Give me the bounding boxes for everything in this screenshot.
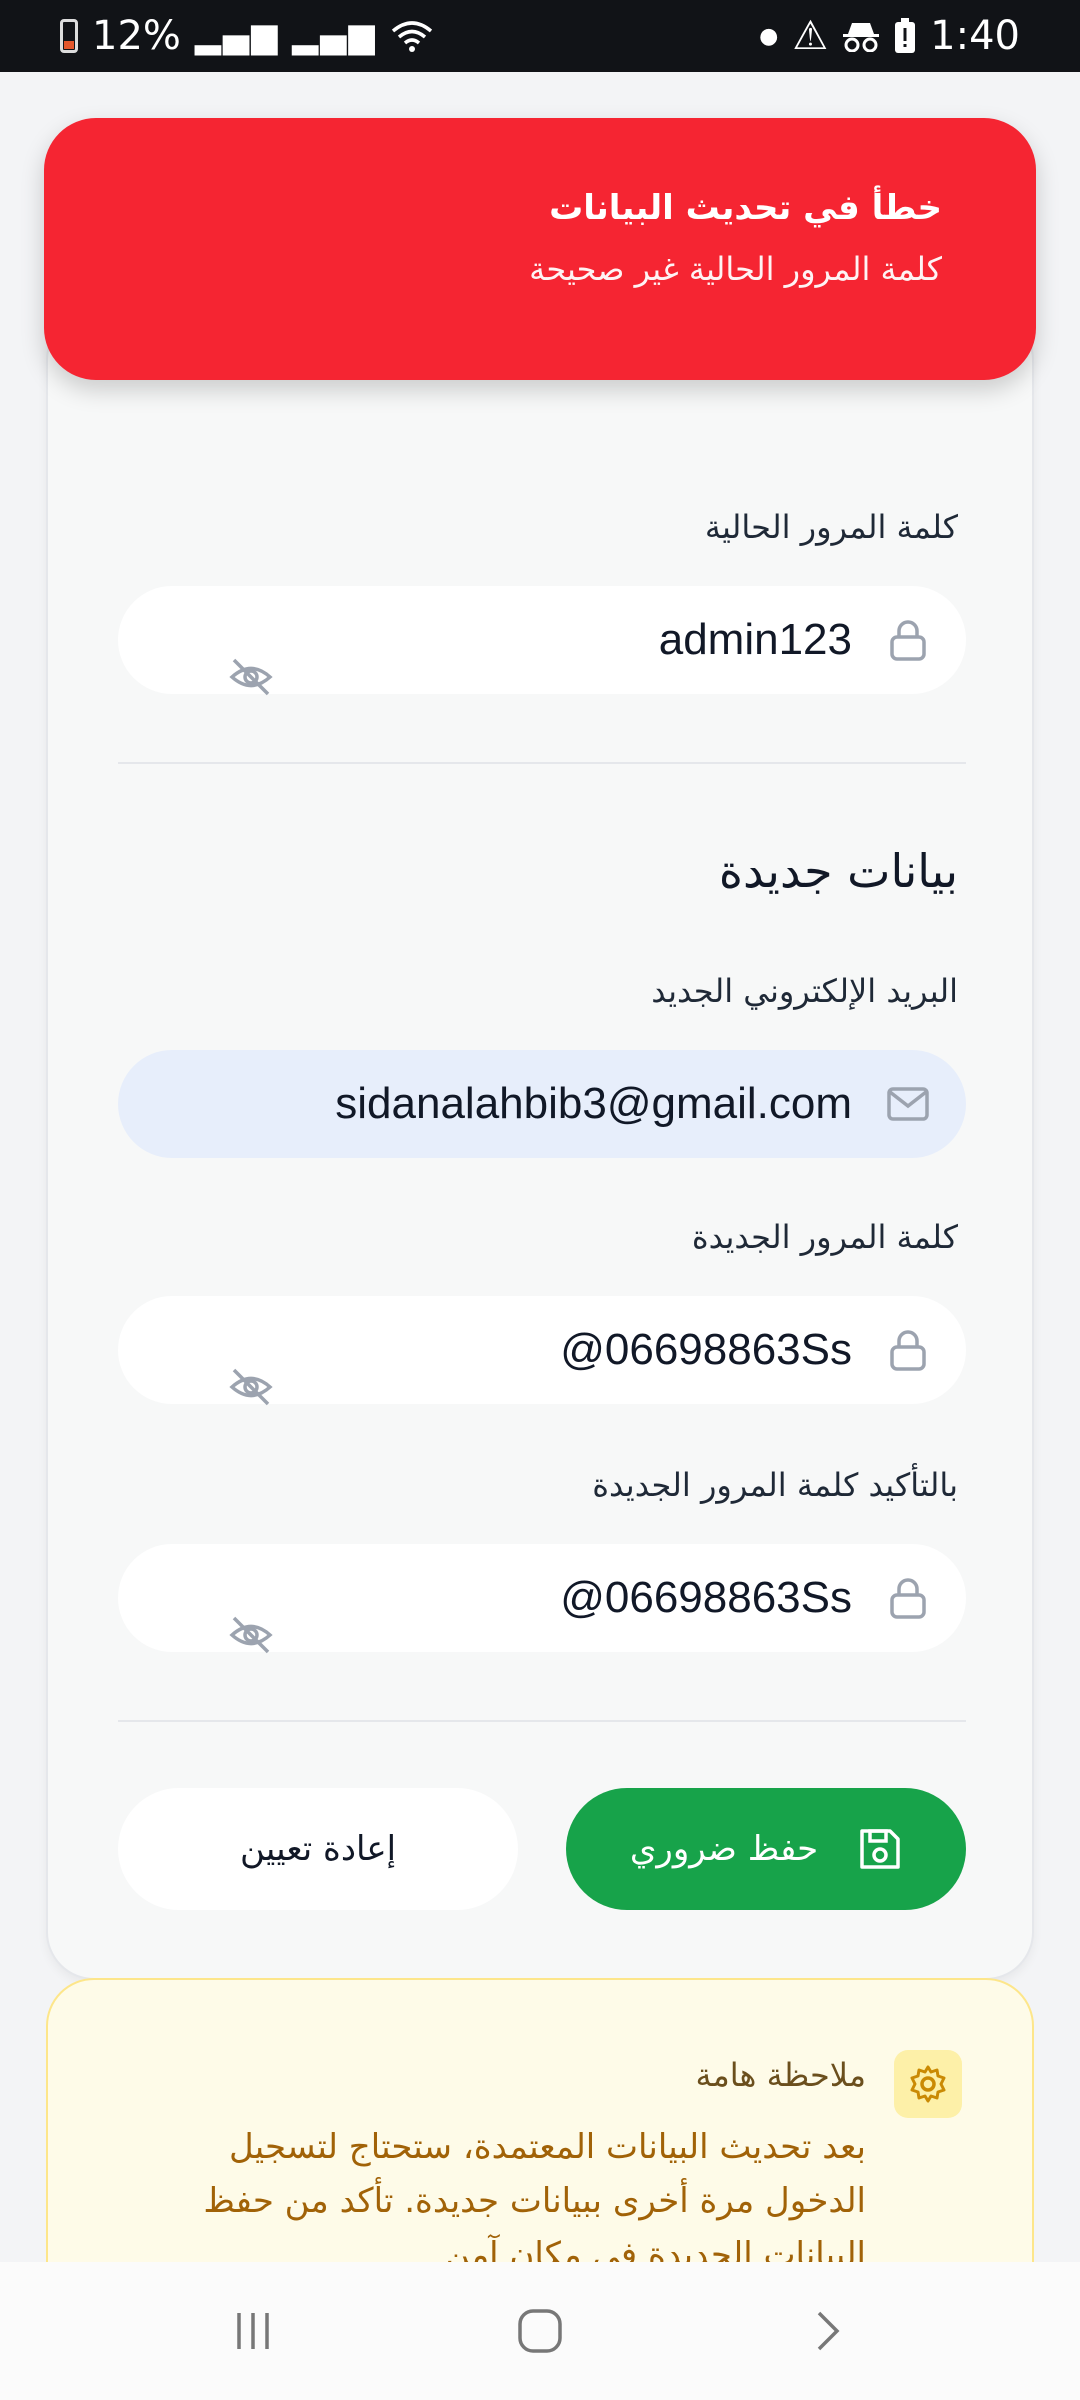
lock-icon xyxy=(886,1576,930,1620)
battery-alert-icon xyxy=(895,18,916,53)
current-password-value: admin123 xyxy=(658,615,852,664)
home-icon xyxy=(518,2309,562,2353)
recent-apps-button[interactable] xyxy=(213,2291,293,2371)
back-icon xyxy=(817,2311,840,2351)
status-left: 12% ▂▄▆ ▂▄▆ xyxy=(60,13,433,59)
warning-icon: ⚠ xyxy=(792,13,829,59)
confirm-password-label: بالتأكيد كلمة المرور الجديدة xyxy=(592,1466,958,1504)
error-message: كلمة المرور الحالية غير صحيحة xyxy=(529,250,942,288)
toggle-visibility-icon[interactable] xyxy=(228,1612,274,1658)
back-button[interactable] xyxy=(787,2291,867,2371)
save-button[interactable]: حفظ ضروري xyxy=(566,1788,966,1910)
recent-apps-icon xyxy=(237,2313,270,2349)
toggle-visibility-icon[interactable] xyxy=(228,654,274,700)
save-icon xyxy=(860,1829,900,1869)
divider xyxy=(118,1720,966,1722)
gear-icon xyxy=(894,2050,962,2118)
signal-icon: ▂▄▆ ▂▄▆ xyxy=(194,16,377,56)
new-email-label: البريد الإلكتروني الجديد xyxy=(651,972,958,1010)
wifi-icon xyxy=(391,21,432,52)
toggle-visibility-icon[interactable] xyxy=(228,1364,274,1410)
notification-dot-icon: ● xyxy=(759,23,779,49)
account-form-card: كلمة المرور الحالية admin123 بيانات جديد… xyxy=(46,312,1034,1980)
incognito-icon xyxy=(843,23,880,52)
reset-button[interactable]: إعادة تعيين xyxy=(118,1788,518,1910)
battery-icon xyxy=(60,19,78,53)
new-password-field[interactable]: @06698863Ss xyxy=(118,1296,966,1406)
note-title: ملاحظة هامة xyxy=(695,2056,866,2094)
error-title: خطأ في تحديث البيانات xyxy=(549,188,942,228)
new-password-label: كلمة المرور الجديدة xyxy=(691,1218,958,1256)
save-button-label: حفظ ضروري xyxy=(629,1829,819,1869)
new-password-value: @06698863Ss xyxy=(560,1325,852,1374)
lock-icon xyxy=(886,1328,930,1372)
system-nav-bar xyxy=(0,2262,1080,2400)
divider xyxy=(118,762,966,764)
note-text: بعد تحديث البيانات المعتمدة، ستحتاج لتسج… xyxy=(203,2127,866,2262)
lock-icon xyxy=(886,618,930,662)
current-password-field[interactable]: admin123 xyxy=(118,586,966,696)
status-right: ● ⚠ 1:40 xyxy=(759,13,1020,59)
current-password-label: كلمة المرور الحالية xyxy=(704,508,958,546)
new-data-title: بيانات جديدة xyxy=(718,844,958,898)
confirm-password-field[interactable]: @06698863Ss xyxy=(118,1544,966,1654)
confirm-password-value: @06698863Ss xyxy=(560,1573,852,1622)
reset-button-label: إعادة تعيين xyxy=(239,1829,397,1869)
clock: 1:40 xyxy=(930,13,1020,59)
status-bar: 12% ▂▄▆ ▂▄▆ ● ⚠ 1:40 xyxy=(0,0,1080,72)
battery-percent: 12% xyxy=(92,13,181,59)
error-toast: خطأ في تحديث البيانات كلمة المرور الحالي… xyxy=(44,118,1036,380)
mail-icon xyxy=(886,1082,930,1126)
important-note-card: ملاحظة هامة بعد تحديث البيانات المعتمدة،… xyxy=(46,1978,1034,2262)
page-content: كلمة المرور الحالية admin123 بيانات جديد… xyxy=(0,72,1080,2262)
new-email-value: sidanalahbib3@gmail.com xyxy=(335,1079,852,1128)
new-email-field[interactable]: sidanalahbib3@gmail.com xyxy=(118,1050,966,1158)
home-button[interactable] xyxy=(500,2291,580,2371)
